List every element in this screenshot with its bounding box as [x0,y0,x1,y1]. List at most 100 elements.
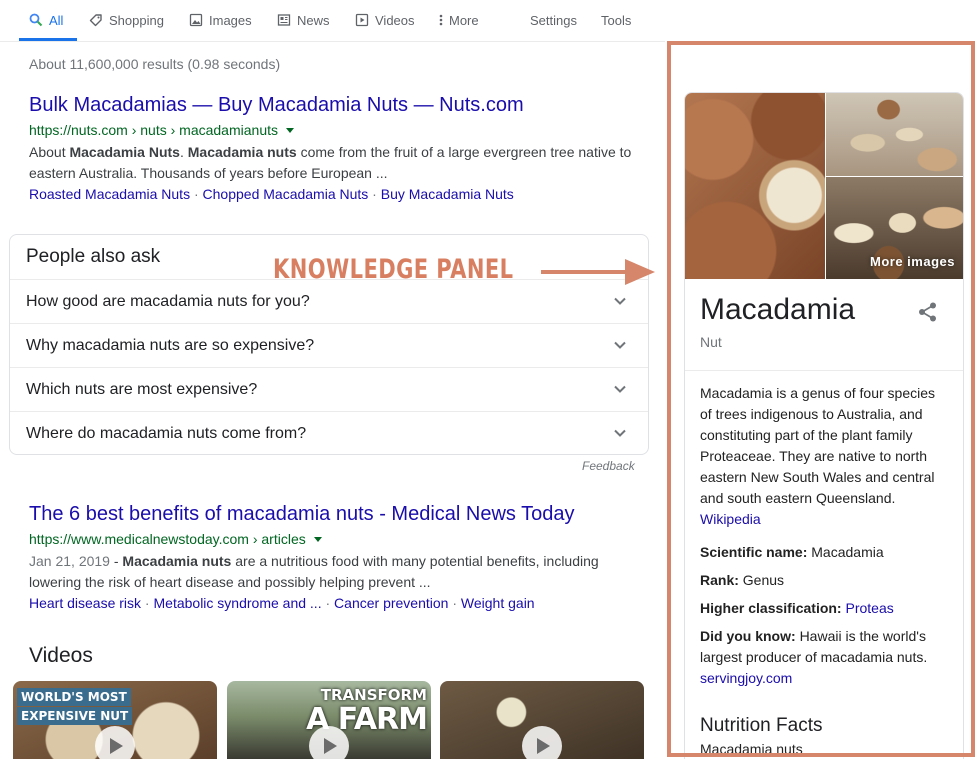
wikipedia-link[interactable]: Wikipedia [700,511,761,527]
servingjoy-link[interactable]: servingjoy.com [700,670,792,686]
feedback-link[interactable]: Feedback [582,459,635,473]
more-vert-icon [438,13,444,27]
result-snippet: About Macadamia Nuts. Macadamia nuts com… [29,142,639,184]
tag-icon [89,13,103,27]
sitelink[interactable]: Chopped Macadamia Nuts [203,186,369,202]
tab-more[interactable]: More [438,0,479,40]
paa-question-text: How good are macadamia nuts for you? [26,293,310,310]
share-icon[interactable] [917,301,939,323]
kp-description: Macadamia is a genus of four species of … [700,383,950,530]
tab-all[interactable]: All [29,0,63,40]
search-icon [29,13,43,27]
arrow-right-icon [541,259,655,285]
play-icon [309,726,349,759]
newspaper-icon [277,13,291,27]
result-url: https://www.medicalnewstoday.com › artic… [29,528,639,550]
kp-image-thumbnail[interactable] [826,93,963,176]
sitelink[interactable]: Buy Macadamia Nuts [381,186,514,202]
kp-fact-label: Did you know: [700,628,796,644]
snippet-text: . [179,144,188,160]
chevron-down-icon [614,297,626,305]
proteas-link[interactable]: Proteas [845,600,893,616]
search-result: The 6 best benefits of macadamia nuts - … [29,501,639,614]
video-thumbnail[interactable] [440,681,644,759]
url-menu-caret-icon[interactable] [313,536,322,542]
tab-images-label: Images [209,12,252,28]
snippet-bold: Macadamia Nuts [69,144,180,160]
tab-images[interactable]: Images [189,0,252,40]
kp-fact-rank: Rank: Genus [700,570,955,591]
paa-question[interactable]: Where do macadamia nuts come from? [10,411,648,455]
more-images-link[interactable]: More images [870,254,955,269]
kp-title: Macadamia [700,293,856,326]
paa-question-text: Where do macadamia nuts come from? [26,425,307,442]
paa-question[interactable]: Which nuts are most expensive? [10,367,648,411]
tabs-divider [0,41,665,42]
result-date: Jan 21, 2019 [29,553,110,569]
image-icon [189,13,203,27]
chevron-down-icon [614,385,626,393]
chevron-down-icon [614,429,626,437]
kp-image-thumbnail[interactable]: More images [826,177,963,279]
kp-fact-scientific-name: Scientific name: Macadamia [700,542,955,563]
kp-image-main[interactable] [685,93,825,279]
knowledge-panel: More images Macadamia Nut Macadamia is a… [684,92,964,759]
url-menu-caret-icon[interactable] [286,127,294,133]
play-icon [522,726,562,759]
sitelinks: Heart disease risk · Metabolic syndrome … [29,595,535,611]
nutrition-facts-subtitle: Macadamia nuts [700,741,803,757]
chevron-down-icon [614,341,626,349]
sitelink[interactable]: Cancer prevention [334,595,448,611]
video-caption: EXPENSIVE NUT [17,707,133,725]
video-thumbnail[interactable]: WORLD'S MOST EXPENSIVE NUT [13,681,217,759]
sitelink[interactable]: Weight gain [461,595,535,611]
sitelink[interactable]: Roasted Macadamia Nuts [29,186,190,202]
play-icon [95,726,135,759]
kp-fact-value: Genus [742,572,785,588]
result-stats: About 11,600,000 results (0.98 seconds) [29,56,281,72]
sitelink[interactable]: Heart disease risk [29,595,141,611]
kp-description-text: Macadamia is a genus of four species of … [700,385,936,506]
snippet-text: About [29,144,70,160]
tab-shopping[interactable]: Shopping [89,0,164,40]
kp-fact-value: Macadamia [811,544,884,560]
kp-fact-label: Higher classification: [700,600,842,616]
snippet-text: - [109,553,123,569]
kp-fact-label: Scientific name: [700,544,808,560]
result-title-link[interactable]: Bulk Macadamias — Buy Macadamia Nuts — N… [29,92,639,118]
sitelinks: Roasted Macadamia Nuts · Chopped Macadam… [29,186,514,202]
tools-link[interactable]: Tools [601,0,631,40]
kp-divider [685,370,963,371]
result-url: https://nuts.com › nuts › macadamianuts [29,119,639,141]
video-thumbnail[interactable]: TRANSFORM A FARM [227,681,431,759]
search-tabs-bar: All Shopping Images News Videos More Set… [0,0,977,42]
result-snippet: Jan 21, 2019 - Macadamia nuts are a nutr… [29,551,639,593]
tab-videos[interactable]: Videos [355,0,415,40]
tab-shopping-label: Shopping [109,12,164,28]
videos-section-title: Videos [29,644,93,667]
result-url-text: https://www.medicalnewstoday.com › artic… [29,531,306,547]
paa-question-text: Why macadamia nuts are so expensive? [26,337,315,354]
knowledge-panel-annotation-label: KNOWLEDGE PANEL [273,254,514,285]
paa-question[interactable]: Why macadamia nuts are so expensive? [10,323,648,367]
tab-videos-label: Videos [375,12,415,28]
nutrition-facts-title: Nutrition Facts [700,715,823,736]
tab-news[interactable]: News [277,0,330,40]
result-title-link[interactable]: The 6 best benefits of macadamia nuts - … [29,501,639,527]
tab-news-label: News [297,12,330,28]
kp-fact-label: Rank: [700,572,739,588]
paa-question-text: Which nuts are most expensive? [26,381,258,398]
tab-more-label: More [449,12,479,28]
search-result: Bulk Macadamias — Buy Macadamia Nuts — N… [29,92,639,205]
video-caption: WORLD'S MOST [17,688,131,706]
snippet-bold: Macadamia nuts [122,553,232,569]
paa-title: People also ask [26,246,161,267]
kp-fact-higher-classification: Higher classification: Proteas [700,598,955,619]
video-icon [355,13,369,27]
tab-all-label: All [49,12,64,28]
result-url-text: https://nuts.com › nuts › macadamianuts [29,122,278,138]
kp-subtitle: Nut [700,334,722,350]
sitelink[interactable]: Metabolic syndrome and ... [154,595,322,611]
settings-link[interactable]: Settings [530,0,577,40]
kp-fact-did-you-know: Did you know: Hawaii is the world's larg… [700,626,955,689]
